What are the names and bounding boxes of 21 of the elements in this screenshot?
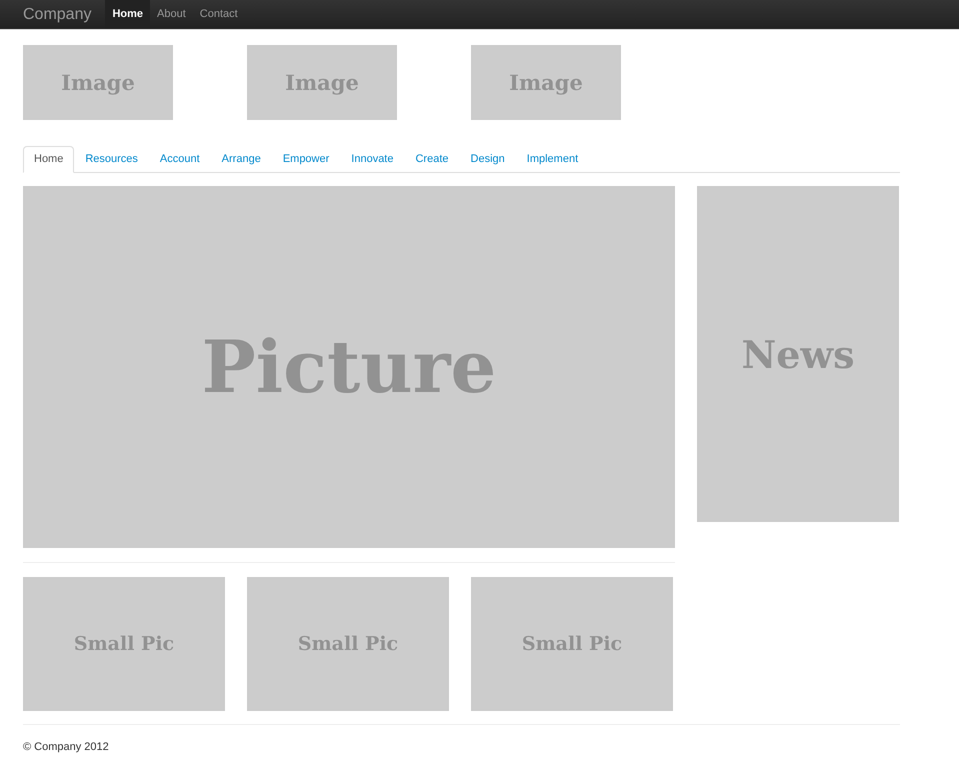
tab[interactable]: Resources — [74, 146, 149, 173]
tab[interactable]: Implement — [516, 146, 590, 173]
tab[interactable]: Arrange — [210, 146, 272, 173]
placeholder-tile: Image — [471, 45, 621, 120]
tab[interactable]: Home — [23, 146, 74, 173]
tab[interactable]: Empower — [272, 146, 340, 173]
small-placeholder-tile: Small Pic — [247, 577, 449, 711]
main-placeholder-tile: Picture — [23, 186, 675, 548]
small-placeholder-tile: Small Pic — [471, 577, 673, 711]
news-placeholder-tile: News — [697, 186, 899, 522]
tab[interactable]: Innovate — [340, 146, 404, 173]
placeholder-tile: Image — [247, 45, 397, 120]
brand-link[interactable]: Company — [23, 0, 92, 30]
nav-link[interactable]: Contact — [192, 0, 245, 28]
footer-text: © Company 2012 — [23, 740, 110, 755]
tab[interactable]: Account — [148, 146, 211, 173]
tab[interactable]: Create — [404, 146, 460, 173]
placeholder-tile: Image — [23, 45, 173, 120]
small-placeholder-tile: Small Pic — [23, 577, 225, 711]
tab[interactable]: Design — [460, 146, 516, 173]
nav-link[interactable]: About — [150, 0, 193, 28]
